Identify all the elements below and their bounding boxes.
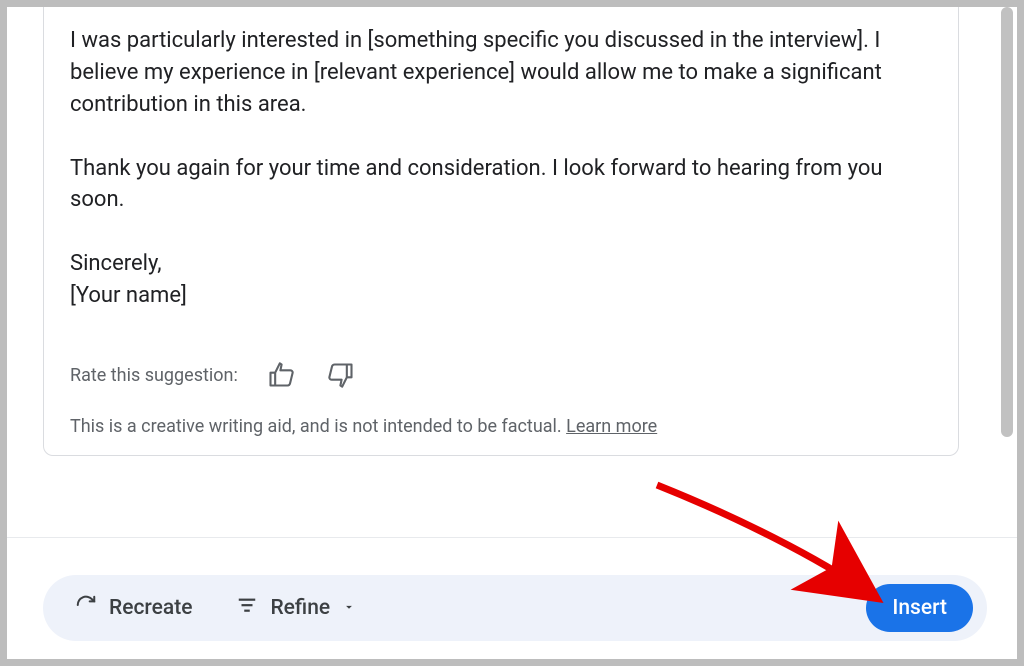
app-window: I was particularly interested in [someth… <box>7 7 1017 659</box>
thumbs-up-icon <box>267 361 295 389</box>
rating-row: Rate this suggestion: <box>70 358 932 392</box>
chevron-down-icon <box>342 596 356 620</box>
refine-label: Refine <box>270 596 330 620</box>
recreate-button[interactable]: Recreate <box>71 588 196 628</box>
disclaimer-text: This is a creative writing aid, and is n… <box>70 416 932 437</box>
action-bar: Recreate Refine Insert <box>43 575 987 641</box>
suggestion-card: I was particularly interested in [someth… <box>43 7 959 456</box>
learn-more-link[interactable]: Learn more <box>566 416 657 437</box>
refresh-icon <box>75 594 97 622</box>
rating-label: Rate this suggestion: <box>70 365 238 386</box>
filter-icon <box>236 594 258 622</box>
suggestion-text: I was particularly interested in [someth… <box>70 25 932 312</box>
insert-button[interactable]: Insert <box>866 584 973 632</box>
divider <box>7 537 1017 538</box>
recreate-label: Recreate <box>109 596 192 620</box>
thumbs-down-icon <box>327 361 355 389</box>
insert-label: Insert <box>892 596 947 620</box>
refine-button[interactable]: Refine <box>232 588 360 628</box>
scrollbar-thumb[interactable] <box>1001 7 1013 437</box>
disclaimer-body: This is a creative writing aid, and is n… <box>70 416 566 437</box>
thumbs-down-button[interactable] <box>324 358 358 392</box>
thumbs-up-button[interactable] <box>264 358 298 392</box>
